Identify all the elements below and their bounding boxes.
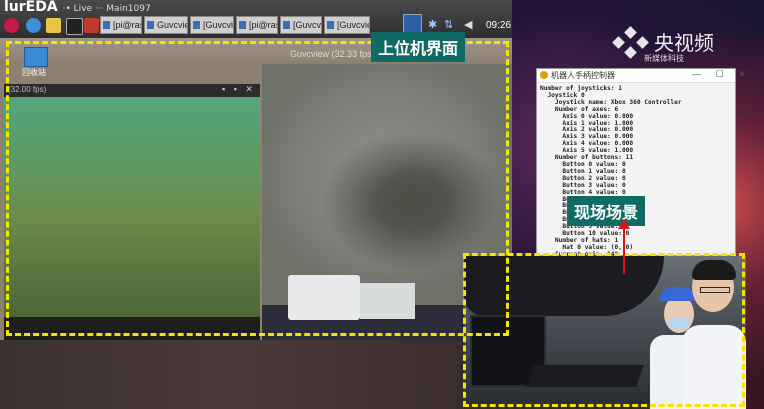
taskbar-tab[interactable]: Guvcvie... — [144, 16, 188, 34]
background-strip — [0, 340, 464, 409]
joystick-readout: Number of joysticks: 1 Joystick 0 Joysti… — [540, 85, 730, 259]
raspberry-menu-icon[interactable] — [4, 18, 19, 33]
window-controls[interactable]: — ☐ ✕ — [692, 69, 752, 80]
taskbar-tab[interactable]: [Guvcvi... — [190, 16, 234, 34]
taskbar-tab[interactable]: [pi@ras... — [236, 16, 278, 34]
ui-highlight-frame — [6, 41, 509, 336]
taskbar-tab[interactable]: [pi@ras... — [100, 16, 142, 34]
watermark-text: 央视频 — [654, 31, 714, 55]
watermark-subtext: 新媒体科技 — [644, 54, 684, 63]
volume-icon[interactable]: ◀ — [464, 18, 472, 31]
arrow-line — [623, 224, 625, 274]
network-icon[interactable]: ⇅ — [444, 18, 453, 31]
clock: 09:26 — [486, 20, 512, 31]
taskbar-tab[interactable]: [Guvcvie... — [324, 16, 370, 34]
scene-annotation-label: 现场场景 — [567, 196, 646, 226]
stream-overlay-title: lurEDA ·• Live ··· Main1097 — [4, 0, 151, 15]
arrow-up-icon — [618, 219, 630, 229]
taskbar-tab[interactable]: [Guvcvi... — [280, 16, 322, 34]
bluetooth-icon[interactable]: ✱ — [428, 18, 437, 31]
browser-icon[interactable] — [26, 18, 41, 33]
cctv-logo-icon — [612, 26, 649, 59]
folder-icon[interactable] — [46, 18, 61, 33]
scene-highlight-frame — [463, 253, 745, 407]
joystick-window-title: 机器人手柄控制器 — [551, 71, 615, 80]
terminal-icon[interactable] — [66, 18, 83, 35]
ui-annotation-label: 上位机界面 — [371, 32, 466, 62]
app-icon — [540, 71, 548, 79]
app-icon[interactable] — [84, 18, 99, 33]
